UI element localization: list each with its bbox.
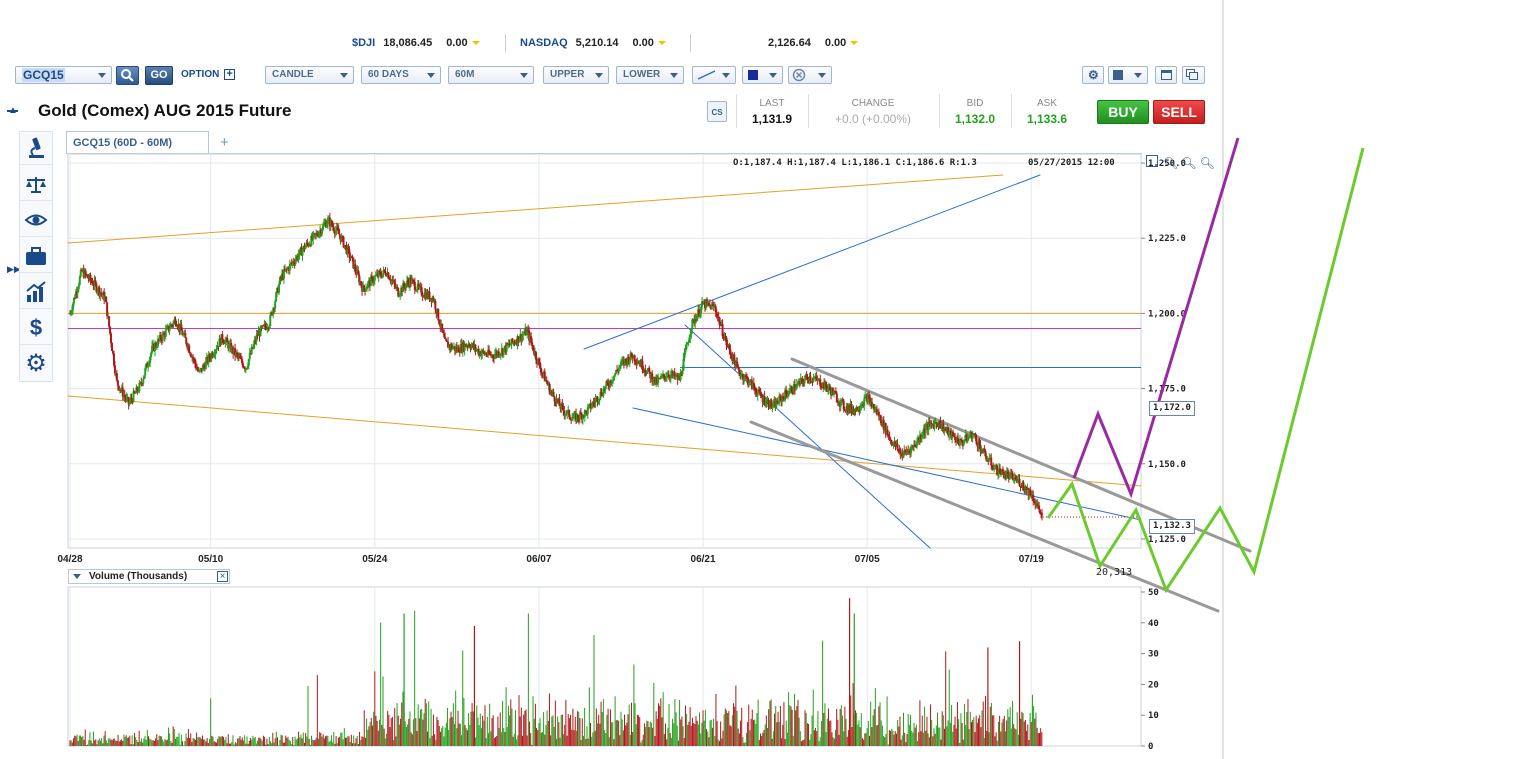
volume-bars <box>69 598 1043 746</box>
y-tick-label: 1,225.0 <box>1148 234 1186 244</box>
candle-body <box>322 224 325 231</box>
candle-body <box>269 314 272 327</box>
candle-body <box>803 379 806 384</box>
candle-body <box>274 301 277 309</box>
candle-body <box>188 345 191 353</box>
candle-body <box>298 249 301 256</box>
candle-body <box>896 443 899 450</box>
candle-body <box>108 316 111 327</box>
level-callout: 1,172.0 <box>1149 401 1195 416</box>
zoom-reset-icon[interactable]: 🔍︎ <box>1200 156 1215 170</box>
blue-fan-steep <box>684 324 931 549</box>
candle-body <box>685 344 688 350</box>
candlestick-series <box>69 212 1044 521</box>
candle-body <box>116 380 119 386</box>
candle-body <box>172 321 175 326</box>
candle-body <box>571 418 574 421</box>
price-chart[interactable]: 1,250.01,225.01,200.01,175.01,150.01,125… <box>0 0 1521 759</box>
candle-body <box>648 367 651 372</box>
candle-body <box>434 300 437 310</box>
volume-tick-label: 40 <box>1148 619 1159 629</box>
candle-body <box>1041 513 1044 516</box>
candle-body <box>373 276 376 281</box>
x-tick-label: 06/21 <box>691 554 716 565</box>
x-tick-label: 05/10 <box>198 554 223 565</box>
candle-body <box>809 376 812 381</box>
date-axis: 04/28 05/10 05/24 06/07 06/21 07/05 07/19 <box>57 554 1044 565</box>
candle-body <box>161 333 164 341</box>
x-tick-label: 05/24 <box>362 554 387 565</box>
ohlc-readout: O:1,187.4 H:1,187.4 L:1,186.1 C:1,186.6 … <box>733 158 977 168</box>
candle-body <box>117 385 120 391</box>
candle-body <box>111 343 114 351</box>
candle-body <box>806 376 809 381</box>
candle-body <box>843 409 846 411</box>
candle-body <box>184 333 187 338</box>
candle-body <box>552 391 555 397</box>
candle-body <box>767 399 770 407</box>
candle-body <box>1038 505 1041 510</box>
volume-tick-label: 10 <box>1148 711 1159 721</box>
zoom-controls: 🔍︎ 🔍︎ 🔍︎ <box>1146 155 1215 170</box>
volume-tick-label: 30 <box>1148 650 1159 660</box>
y-tick-label: 1,150.0 <box>1148 460 1186 470</box>
candle-body <box>975 438 978 445</box>
candle-body <box>142 378 145 384</box>
x-tick-label: 06/07 <box>526 554 551 565</box>
candle-body <box>365 288 368 292</box>
volume-axis: 0 10 20 30 40 50 <box>1141 588 1159 752</box>
candle-body <box>1018 479 1021 486</box>
collapse-triangle-icon[interactable] <box>73 574 81 579</box>
y-tick-label: 1,125.0 <box>1148 535 1186 545</box>
cursor-timestamp: 05/27/2015 12:00 <box>1028 158 1115 168</box>
price-axis: 1,250.01,225.01,200.01,175.01,150.01,125… <box>1141 159 1186 545</box>
candle-body <box>1001 469 1004 472</box>
y-tick-label: 1,200.0 <box>1148 309 1186 319</box>
candle-body <box>110 333 113 344</box>
trendline-overlays <box>67 174 1252 613</box>
candle-body <box>924 426 927 434</box>
candle-body <box>168 328 171 331</box>
orange-upper-trendline <box>67 174 1004 244</box>
candle-body <box>164 329 167 337</box>
volume-tick-label: 20 <box>1148 680 1159 690</box>
candle-body <box>531 342 534 345</box>
candle-body <box>681 370 684 375</box>
candle-body <box>733 354 736 362</box>
last-price-callout: 1,132.3 <box>1149 519 1195 534</box>
volume-panel-header: Volume (Thousands) × <box>68 569 230 584</box>
volume-tick-label: 0 <box>1148 742 1153 752</box>
candle-body <box>351 255 354 258</box>
close-icon[interactable]: × <box>217 571 228 582</box>
candle-body <box>990 457 993 466</box>
x-tick-label: 07/19 <box>1019 554 1044 565</box>
candle-body <box>437 308 440 321</box>
volume-last-value: 20,313 <box>1096 567 1133 578</box>
candle-body <box>363 285 366 289</box>
candle-body <box>278 284 281 293</box>
zoom-out-icon[interactable]: 🔍︎ <box>1181 156 1196 170</box>
green-projection-path <box>1046 147 1365 594</box>
blue-fan-upper <box>583 174 1041 350</box>
zoom-in-icon[interactable]: 🔍︎ <box>1163 156 1178 170</box>
x-tick-label: 07/05 <box>855 554 880 565</box>
projection-lines <box>1046 137 1365 594</box>
candle-body <box>879 415 882 424</box>
y-tick-label: 1,175.0 <box>1148 385 1186 395</box>
fit-icon[interactable] <box>1146 155 1158 167</box>
x-tick-label: 04/28 <box>57 554 82 565</box>
candle-body <box>105 296 108 303</box>
volume-title: Volume (Thousands) <box>89 571 188 582</box>
volume-tick-label: 50 <box>1148 588 1159 598</box>
candle-body <box>115 373 118 381</box>
candle-body <box>338 233 341 236</box>
